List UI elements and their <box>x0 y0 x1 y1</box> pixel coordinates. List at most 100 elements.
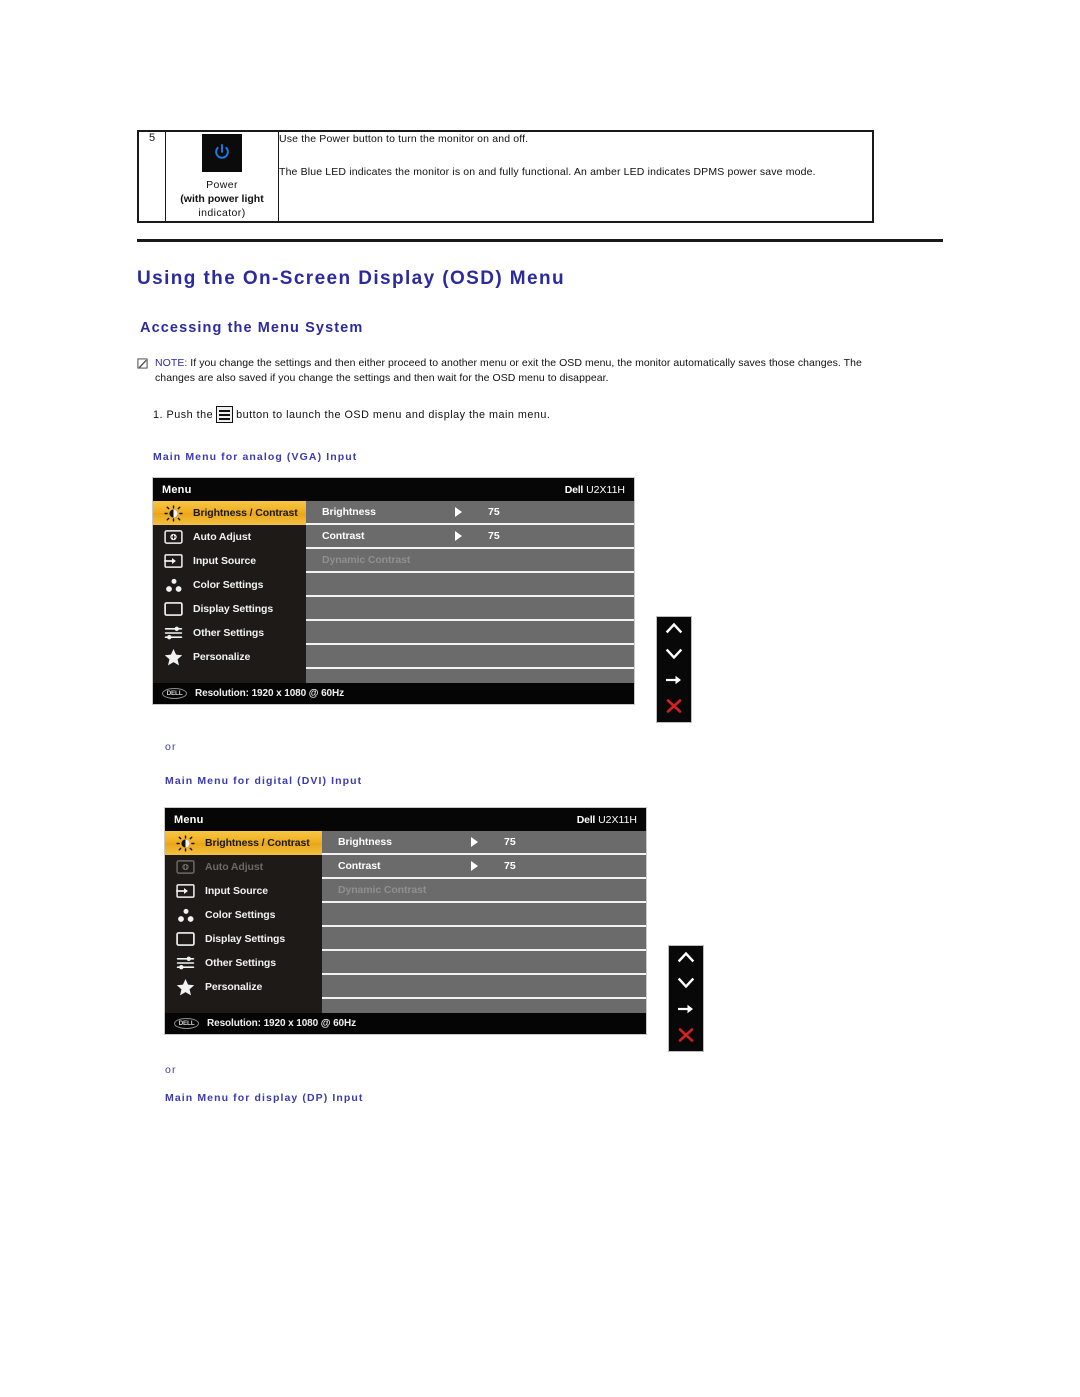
or-text-1: or <box>165 741 177 753</box>
osd-menu-item-color-settings[interactable]: Color Settings <box>153 573 306 597</box>
description-cell: Use the Power button to turn the monitor… <box>278 130 874 223</box>
step-text-before: 1. Push the <box>153 408 214 421</box>
enter-button[interactable] <box>657 673 691 691</box>
osd-brand: Dell U2X11H <box>564 483 625 496</box>
page-title: Using the On-Screen Display (OSD) Menu <box>137 268 565 289</box>
controls-table: 5 Power (with power light indicator) Use… <box>137 130 874 223</box>
power-label-line3: indicator) <box>198 207 246 220</box>
arrow-right-icon <box>471 837 478 847</box>
step-one: 1. Push the button to launch the OSD men… <box>153 406 550 423</box>
table-row: 5 Power (with power light indicator) Use… <box>137 130 874 223</box>
caption-vga: Main Menu for analog (VGA) Input <box>153 451 358 463</box>
osd-menu-item-auto-adjust[interactable]: Auto Adjust <box>165 855 322 879</box>
osd-content: Brightness 75 Contrast 75 Dynamic Contrast <box>322 831 646 1013</box>
osd-menu-item-label: Brightness / Contrast <box>205 837 310 849</box>
arrow-right-icon <box>471 861 478 871</box>
osd-panel-dvi: Menu Dell U2X11H Brightness / Contrast A… <box>165 808 646 1034</box>
osd-menu-item-label: Personalize <box>205 981 263 993</box>
power-icon-cell: Power (with power light indicator) <box>165 130 279 223</box>
osd-menu-item-personalize[interactable]: Personalize <box>153 645 306 669</box>
arrow-right-icon <box>455 507 462 517</box>
step-text-after: button to launch the OSD menu and displa… <box>236 408 551 421</box>
osd-empty-row <box>322 951 646 975</box>
osd-menu-item-auto-adjust[interactable]: Auto Adjust <box>153 525 306 549</box>
down-button[interactable] <box>657 647 691 666</box>
osd-empty-row <box>306 597 634 621</box>
osd-panel-vga: Menu Dell U2X11H Brightness / Contrast A… <box>153 478 634 704</box>
osd-resolution: Resolution: 1920 x 1080 @ 60Hz <box>207 1018 357 1029</box>
osd-menu-item-display-settings[interactable]: Display Settings <box>153 597 306 621</box>
row-number-cell: 5 <box>137 130 166 223</box>
osd-setting-label: Brightness <box>322 506 376 518</box>
osd-setting-value: 75 <box>504 836 516 848</box>
osd-menu-item-label: Other Settings <box>193 627 264 639</box>
close-x-icon <box>665 698 683 719</box>
osd-empty-row <box>306 621 634 645</box>
osd-menu-item-personalize[interactable]: Personalize <box>165 975 322 999</box>
osd-setting-row[interactable]: Dynamic Contrast <box>306 549 634 573</box>
osd-footer: DELL Resolution: 1920 x 1080 @ 60Hz <box>153 683 634 704</box>
or-text-2: or <box>165 1064 177 1076</box>
osd-menu-item-label: Auto Adjust <box>205 861 263 873</box>
osd-body: Brightness / Contrast Auto Adjust Input … <box>165 831 646 1013</box>
osd-setting-row[interactable]: Brightness 75 <box>306 501 634 525</box>
osd-setting-label: Dynamic Contrast <box>338 884 427 896</box>
enter-button[interactable] <box>669 1002 703 1020</box>
osd-menu-item-brightness-contrast[interactable]: Brightness / Contrast <box>153 501 306 525</box>
osd-empty-row <box>306 573 634 597</box>
power-label-line2: (with power light <box>180 193 264 206</box>
osd-menu-item-other-settings[interactable]: Other Settings <box>165 951 322 975</box>
osd-setting-row[interactable]: Dynamic Contrast <box>322 879 646 903</box>
osd-nav-strip-dvi <box>669 946 703 1051</box>
osd-menu-item-label: Other Settings <box>205 957 276 969</box>
caption-dp: Main Menu for display (DP) Input <box>165 1092 364 1104</box>
osd-menu-title: Menu <box>162 483 192 496</box>
osd-menu-item-label: Color Settings <box>193 579 264 591</box>
osd-header: Menu Dell U2X11H <box>153 478 634 501</box>
osd-setting-row[interactable]: Contrast 75 <box>322 855 646 879</box>
osd-setting-label: Dynamic Contrast <box>322 554 411 566</box>
display-settings-icon <box>163 601 184 617</box>
note-label: NOTE: <box>155 357 188 369</box>
dell-logo-icon: DELL <box>174 1018 199 1029</box>
exit-button[interactable] <box>657 698 691 719</box>
osd-setting-label: Contrast <box>338 860 381 872</box>
personalize-star-icon <box>175 978 196 996</box>
other-settings-icon <box>163 625 184 641</box>
osd-menu-item-input-source[interactable]: Input Source <box>153 549 306 573</box>
power-label-line1: Power <box>206 179 238 191</box>
exit-button[interactable] <box>669 1027 703 1048</box>
other-settings-icon <box>175 955 196 971</box>
note-body: If you change the settings and then eith… <box>155 357 862 385</box>
personalize-star-icon <box>163 648 184 666</box>
up-button[interactable] <box>657 621 691 640</box>
color-settings-icon <box>175 907 196 923</box>
osd-brand: Dell U2X11H <box>576 813 637 826</box>
menu-button-icon <box>216 406 234 423</box>
osd-menu-title: Menu <box>174 813 204 826</box>
input-source-icon <box>163 553 184 569</box>
arrow-right-icon <box>677 1002 695 1020</box>
osd-setting-row[interactable]: Brightness 75 <box>322 831 646 855</box>
osd-menu-item-label: Display Settings <box>205 933 286 945</box>
osd-menu-item-brightness-contrast[interactable]: Brightness / Contrast <box>165 831 322 855</box>
osd-menu-item-label: Personalize <box>193 651 251 663</box>
osd-setting-row[interactable]: Contrast 75 <box>306 525 634 549</box>
osd-menu-item-label: Auto Adjust <box>193 531 251 543</box>
document-page: 5 Power (with power light indicator) Use… <box>0 0 1080 1397</box>
section-heading: Accessing the Menu System <box>140 320 364 336</box>
chevron-up-icon <box>677 950 695 969</box>
down-button[interactable] <box>669 976 703 995</box>
auto-adjust-icon <box>163 529 184 545</box>
section-divider <box>137 239 943 242</box>
osd-menu-item-input-source[interactable]: Input Source <box>165 879 322 903</box>
osd-setting-label: Contrast <box>322 530 365 542</box>
osd-menu-item-color-settings[interactable]: Color Settings <box>165 903 322 927</box>
osd-menu-item-label: Input Source <box>205 885 268 897</box>
note-block: NOTE: If you change the settings and the… <box>137 356 882 386</box>
osd-empty-row <box>306 645 634 669</box>
note-pencil-icon <box>137 358 148 369</box>
osd-menu-item-other-settings[interactable]: Other Settings <box>153 621 306 645</box>
up-button[interactable] <box>669 950 703 969</box>
osd-menu-item-display-settings[interactable]: Display Settings <box>165 927 322 951</box>
